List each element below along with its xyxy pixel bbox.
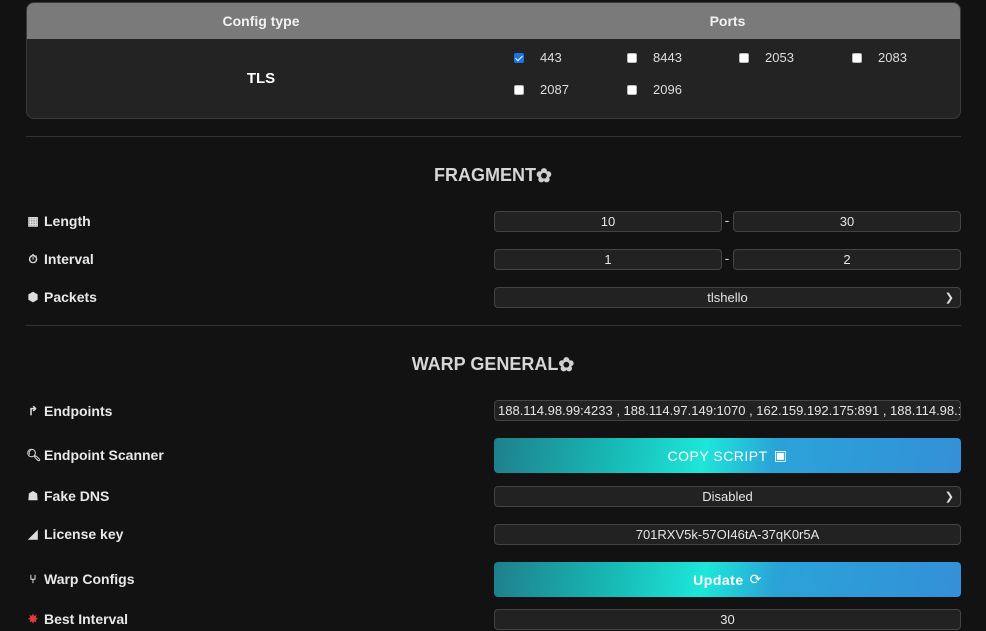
packets-label: ⬢ Packets	[26, 287, 97, 307]
interval-label: ⏱ Interval	[26, 249, 94, 269]
fragment-section-title: FRAGMENT✿	[0, 165, 986, 188]
port-label: 8443	[653, 50, 682, 65]
length-label: ▦ Length	[26, 211, 91, 231]
port-2087-checkbox[interactable]	[514, 84, 524, 95]
refresh-icon: ⟳	[749, 571, 762, 587]
best-interval-label-text: Best Interval	[44, 611, 129, 627]
length-label-text: Length	[44, 213, 91, 229]
license-key-input[interactable]: 701RXV5k-57OI46tA-37qK0r5A	[494, 524, 961, 545]
fragment-title-text: FRAGMENT	[434, 165, 537, 185]
ghost-icon: ☗	[27, 489, 39, 503]
fake-dns-select[interactable]: Disabled ❯	[494, 486, 961, 507]
port-label: 2096	[653, 82, 682, 97]
port-label: 443	[540, 50, 562, 65]
fake-dns-label-text: Fake DNS	[44, 488, 110, 504]
endpoint-scanner-label-text: Endpoint Scanner	[44, 447, 164, 463]
gear-icon: ✿	[558, 355, 575, 376]
port-2083[interactable]: 2083	[852, 50, 907, 65]
arrow-up-right-icon: ↱	[27, 404, 39, 418]
config-type-header: Config type	[222, 13, 300, 29]
magnifier-icon: 🔍︎	[26, 448, 42, 462]
length-min-input[interactable]: 10	[494, 211, 722, 232]
update-button[interactable]: Update ⟳	[494, 562, 961, 597]
ports-table-header: Config type Ports	[27, 3, 960, 39]
warp-section-title: WARP GENERAL✿	[0, 354, 986, 377]
port-2083-checkbox[interactable]	[852, 52, 862, 63]
config-type-tls: TLS	[246, 70, 276, 87]
packets-select-value: tlshello	[707, 290, 748, 305]
divider	[26, 136, 961, 137]
chevron-down-icon: ❯	[944, 491, 954, 503]
endpoints-input[interactable]: 188.114.98.99:4233 , 188.114.97.149:1070…	[494, 400, 961, 421]
port-443-checkbox[interactable]	[514, 52, 524, 63]
endpoint-scanner-label: 🔍︎ Endpoint Scanner	[26, 445, 164, 465]
copy-script-button[interactable]: COPY SCRIPT ▣	[494, 438, 961, 473]
package-icon: ⬢	[27, 290, 39, 304]
best-interval-label: ✸ Best Interval	[26, 609, 128, 629]
terminal-icon: ▣	[773, 447, 788, 463]
copy-script-button-label: COPY SCRIPT	[667, 447, 768, 464]
port-2053[interactable]: 2053	[739, 50, 794, 65]
packets-label-text: Packets	[44, 289, 97, 305]
port-2096[interactable]: 2096	[627, 82, 682, 97]
badge-icon: ✸	[27, 612, 39, 626]
best-interval-input[interactable]: 30	[494, 609, 961, 630]
port-label: 2083	[878, 50, 907, 65]
stopwatch-icon: ⏱	[28, 251, 38, 266]
update-button-label: Update	[693, 571, 744, 588]
port-8443-checkbox[interactable]	[627, 52, 637, 63]
chevron-down-icon: ❯	[944, 292, 954, 304]
range-separator: -	[724, 212, 730, 228]
interval-min-input[interactable]: 1	[494, 249, 722, 270]
warp-configs-label-text: Warp Configs	[44, 571, 135, 587]
packets-select[interactable]: tlshello ❯	[494, 287, 961, 308]
port-label: 2087	[540, 82, 569, 97]
port-443[interactable]: 443	[514, 50, 562, 65]
warp-title-text: WARP GENERAL	[411, 354, 559, 374]
interval-label-text: Interval	[44, 251, 94, 267]
port-label: 2053	[765, 50, 794, 65]
ports-table: Config type Ports TLS 443 8443 2053 2083…	[26, 2, 961, 119]
range-separator: -	[724, 250, 730, 266]
ports-table-row: TLS 443 8443 2053 2083 2087 2096	[27, 39, 960, 118]
length-max-input[interactable]: 30	[733, 211, 961, 232]
ports-header: Ports	[709, 13, 746, 29]
port-2087[interactable]: 2087	[514, 82, 569, 97]
fake-dns-label: ☗ Fake DNS	[26, 486, 110, 506]
branch-icon: ⑂	[29, 572, 37, 586]
fake-dns-select-value: Disabled	[702, 489, 753, 504]
endpoints-label-text: Endpoints	[44, 403, 113, 419]
key-icon: ◢	[28, 527, 38, 541]
port-2053-checkbox[interactable]	[739, 52, 749, 63]
divider	[26, 325, 961, 326]
interval-max-input[interactable]: 2	[733, 249, 961, 270]
warp-configs-label: ⑂ Warp Configs	[26, 569, 134, 589]
license-key-label: ◢ License key	[26, 524, 123, 544]
license-key-label-text: License key	[44, 526, 124, 542]
endpoints-label: ↱ Endpoints	[26, 401, 112, 421]
port-2096-checkbox[interactable]	[627, 84, 637, 95]
gear-icon: ✿	[536, 166, 552, 187]
grid-icon: ▦	[27, 214, 39, 228]
port-8443[interactable]: 8443	[627, 50, 682, 65]
